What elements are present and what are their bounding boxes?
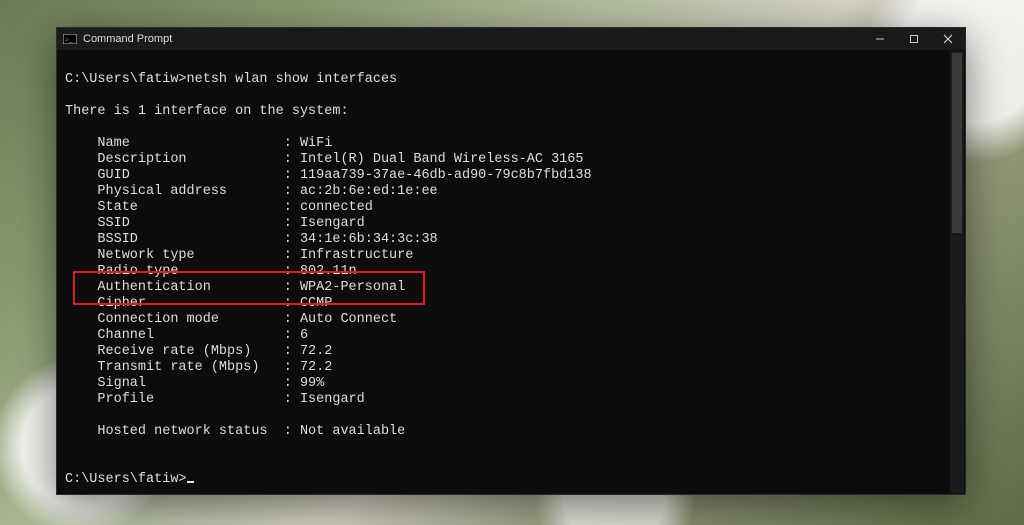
terminal-line bbox=[65, 456, 957, 472]
terminal-line bbox=[65, 120, 957, 136]
terminal-line: C:\Users\fatiw>netsh wlan show interface… bbox=[65, 72, 957, 88]
cursor bbox=[187, 481, 194, 483]
terminal-prompt[interactable]: C:\Users\fatiw> bbox=[65, 472, 957, 488]
terminal-line: Name : WiFi bbox=[65, 136, 957, 152]
terminal-line: GUID : 119aa739-37ae-46db-ad90-79c8b7fbd… bbox=[65, 168, 957, 184]
terminal-line: Cipher : CCMP bbox=[65, 296, 957, 312]
terminal-line: SSID : Isengard bbox=[65, 216, 957, 232]
terminal-line: BSSID : 34:1e:6b:34:3c:38 bbox=[65, 232, 957, 248]
terminal-line: Physical address : ac:2b:6e:ed:1e:ee bbox=[65, 184, 957, 200]
terminal-line: Signal : 99% bbox=[65, 376, 957, 392]
terminal-output[interactable]: C:\Users\fatiw>netsh wlan show interface… bbox=[57, 50, 965, 494]
terminal-line: Network type : Infrastructure bbox=[65, 248, 957, 264]
terminal-line: Profile : Isengard bbox=[65, 392, 957, 408]
terminal-line bbox=[65, 56, 957, 72]
terminal-line: Authentication : WPA2-Personal bbox=[65, 280, 957, 296]
window-title: Command Prompt bbox=[83, 33, 172, 45]
terminal-line bbox=[65, 408, 957, 424]
terminal-line: State : connected bbox=[65, 200, 957, 216]
terminal-line: Connection mode : Auto Connect bbox=[65, 312, 957, 328]
terminal-line bbox=[65, 88, 957, 104]
scrollbar-thumb[interactable] bbox=[952, 53, 962, 233]
terminal-line: Transmit rate (Mbps) : 72.2 bbox=[65, 360, 957, 376]
svg-text:>_: >_ bbox=[65, 36, 73, 44]
minimize-button[interactable] bbox=[863, 28, 897, 50]
terminal-line: Channel : 6 bbox=[65, 328, 957, 344]
command-prompt-window: >_ Command Prompt C:\Users\fatiw>netsh w… bbox=[56, 27, 966, 495]
terminal-line: There is 1 interface on the system: bbox=[65, 104, 957, 120]
desktop-background: >_ Command Prompt C:\Users\fatiw>netsh w… bbox=[0, 0, 1024, 525]
scrollbar[interactable] bbox=[950, 51, 964, 493]
terminal-line: Description : Intel(R) Dual Band Wireles… bbox=[65, 152, 957, 168]
titlebar[interactable]: >_ Command Prompt bbox=[57, 28, 965, 50]
terminal-line: Radio type : 802.11n bbox=[65, 264, 957, 280]
terminal-line bbox=[65, 440, 957, 456]
maximize-button[interactable] bbox=[897, 28, 931, 50]
command-prompt-icon: >_ bbox=[63, 34, 77, 44]
terminal-line: Receive rate (Mbps) : 72.2 bbox=[65, 344, 957, 360]
close-button[interactable] bbox=[931, 28, 965, 50]
terminal-line: Hosted network status : Not available bbox=[65, 424, 957, 440]
